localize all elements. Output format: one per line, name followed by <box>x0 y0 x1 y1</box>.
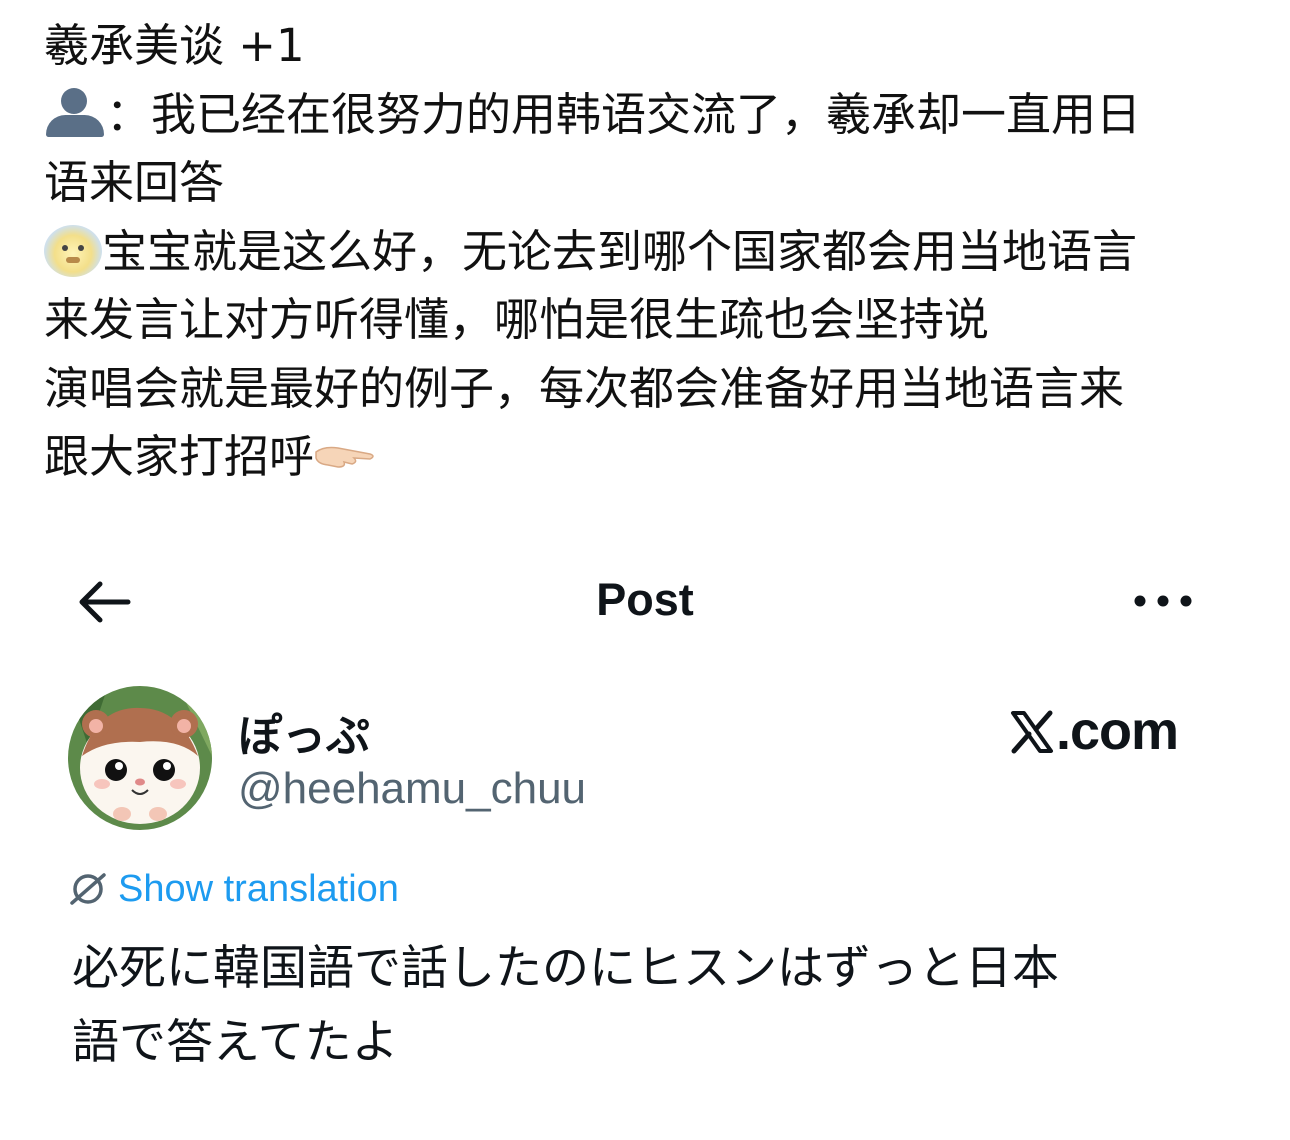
translate-globe-icon <box>70 873 106 905</box>
caption-line-text: 宝宝就是这么好，无论去到哪个国家都会用当地语言 <box>102 224 1138 278</box>
post-text-line: 必死に韓国語で話したのにヒスンはずっと日本 <box>72 941 1059 996</box>
show-translation-link[interactable]: Show translation <box>68 868 399 911</box>
caption-line-text: ：我已经在很努力的用韩语交流了，羲承却一直用日 <box>106 87 1142 141</box>
caption-line: 语来回答 <box>44 156 225 209</box>
caption-line: 宝宝就是这么好，无论去到哪个国家都会用当地语言 <box>44 218 1254 287</box>
caption-line-text: 跟大家打招呼 <box>44 430 315 483</box>
show-translation-label: Show translation <box>118 868 399 910</box>
source-label: .com <box>1056 701 1179 761</box>
x-logo-icon <box>1011 710 1053 754</box>
more-options-button[interactable] <box>1130 586 1196 616</box>
page-title: Post <box>596 574 694 625</box>
source-link[interactable]: .com <box>1010 700 1179 762</box>
dizzy-face-icon <box>44 224 102 277</box>
post-header: Post <box>0 560 1290 650</box>
avatar[interactable] <box>68 686 212 830</box>
hamster-avatar-image <box>68 686 212 830</box>
caption-line: 跟大家打招呼 <box>44 423 1254 492</box>
post-body: 必死に韓国語で話したのにヒスンはずっと日本 語で答えてたよ <box>72 932 1222 1080</box>
caption-line: ：我已经在很努力的用韩语交流了，羲承却一直用日 <box>44 81 1254 150</box>
display-name[interactable]: ぽっぷ <box>238 700 370 764</box>
user-handle[interactable]: @heehamu_chuu <box>238 764 586 814</box>
caption-line: 羲承美谈 +1 <box>44 19 305 72</box>
caption-line: 来发言让对方听得懂，哪怕是很生疏也会坚持说 <box>44 293 990 346</box>
more-dots-icon <box>1134 595 1192 607</box>
pointing-hand-icon <box>315 446 374 468</box>
caption-line: 演唱会就是最好的例子，每次都会准备好用当地语言来 <box>44 361 1125 415</box>
person-silhouette-icon <box>44 87 106 137</box>
caption-text: 羲承美谈 +1 ：我已经在很努力的用韩语交流了，羲承却一直用日 语来回答 宝宝就… <box>44 12 1254 492</box>
post-text-line: 語で答えてたよ <box>72 1015 399 1070</box>
